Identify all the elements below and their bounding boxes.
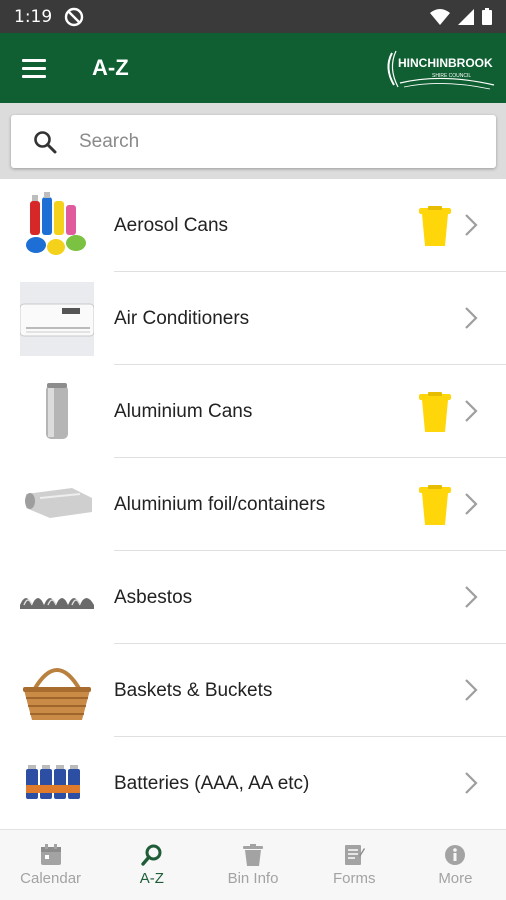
chevron-right-icon	[465, 493, 478, 515]
chevron-right-icon	[465, 307, 478, 329]
item-label: Aluminium Cans	[114, 401, 253, 422]
nav-more[interactable]: More	[405, 830, 506, 900]
forms-icon	[345, 844, 366, 865]
nav-label: Bin Info	[227, 869, 279, 887]
search-input[interactable]	[77, 129, 461, 154]
item-label: Aluminium foil/containers	[114, 494, 326, 515]
menu-icon	[22, 58, 46, 62]
nav-a-z[interactable]: A-Z	[101, 830, 202, 900]
yellow-bin-icon	[419, 206, 451, 246]
nav-label: Forms	[332, 869, 376, 887]
list-item[interactable]: Asbestos	[0, 551, 506, 644]
bin-icon	[243, 843, 263, 866]
asbestos-sheet-image	[20, 561, 94, 635]
chevron-right-icon	[465, 214, 478, 236]
aluminium-can-image	[20, 375, 94, 449]
nav-label: Calendar	[20, 869, 82, 887]
item-label: Asbestos	[114, 587, 193, 608]
app-bar: A-Z HINCHINBROOK SHIRE COUNCIL	[0, 33, 506, 103]
yellow-bin-icon	[419, 485, 451, 525]
item-label: Batteries (AAA, AA etc)	[114, 773, 310, 794]
status-bar: 1:19	[0, 0, 506, 33]
menu-button[interactable]	[22, 53, 52, 83]
calendar-icon	[40, 843, 61, 865]
info-icon	[445, 844, 466, 865]
council-logo: HINCHINBROOK SHIRE COUNCIL	[387, 50, 495, 90]
item-label: Aerosol Cans	[114, 215, 229, 236]
yellow-bin-icon	[419, 392, 451, 432]
nav-label: More	[438, 869, 473, 887]
search-box[interactable]	[11, 115, 496, 168]
batteries-image	[20, 747, 94, 821]
do-not-disturb-icon	[64, 7, 84, 26]
battery-icon	[482, 8, 492, 25]
list-item[interactable]: Batteries (AAA, AA etc)	[0, 737, 506, 829]
chevron-right-icon	[465, 400, 478, 422]
search-icon	[141, 844, 162, 866]
item-label: Baskets & Buckets	[114, 680, 273, 701]
aerosol-cans-image	[20, 189, 94, 263]
list-item[interactable]: Aerosol Cans	[0, 179, 506, 272]
signal-icon	[458, 8, 474, 25]
chevron-right-icon	[465, 772, 478, 794]
aluminium-foil-image	[20, 468, 94, 542]
list-item[interactable]: Aluminium Cans	[0, 365, 506, 458]
status-time: 1:19	[14, 6, 53, 27]
basket-image	[20, 654, 94, 728]
az-list: Aerosol Cans Air Conditioners Aluminium …	[0, 179, 506, 829]
wifi-icon	[430, 8, 450, 25]
nav-forms[interactable]: Forms	[304, 830, 405, 900]
nav-bin-info[interactable]: Bin Info	[202, 830, 303, 900]
search-bar-area	[0, 103, 506, 179]
svg-text:HINCHINBROOK: HINCHINBROOK	[398, 56, 493, 70]
bottom-navigation: Calendar A-Z Bin Info Forms More	[0, 829, 506, 900]
chevron-right-icon	[465, 679, 478, 701]
chevron-right-icon	[465, 586, 478, 608]
air-conditioner-image	[20, 282, 94, 356]
search-icon	[34, 130, 57, 153]
item-label: Air Conditioners	[114, 308, 250, 329]
page-title: A-Z	[92, 55, 129, 80]
nav-label: A-Z	[139, 869, 164, 887]
nav-calendar[interactable]: Calendar	[0, 830, 101, 900]
list-item[interactable]: Air Conditioners	[0, 272, 506, 365]
list-item[interactable]: Baskets & Buckets	[0, 644, 506, 737]
list-item[interactable]: Aluminium foil/containers	[0, 458, 506, 551]
